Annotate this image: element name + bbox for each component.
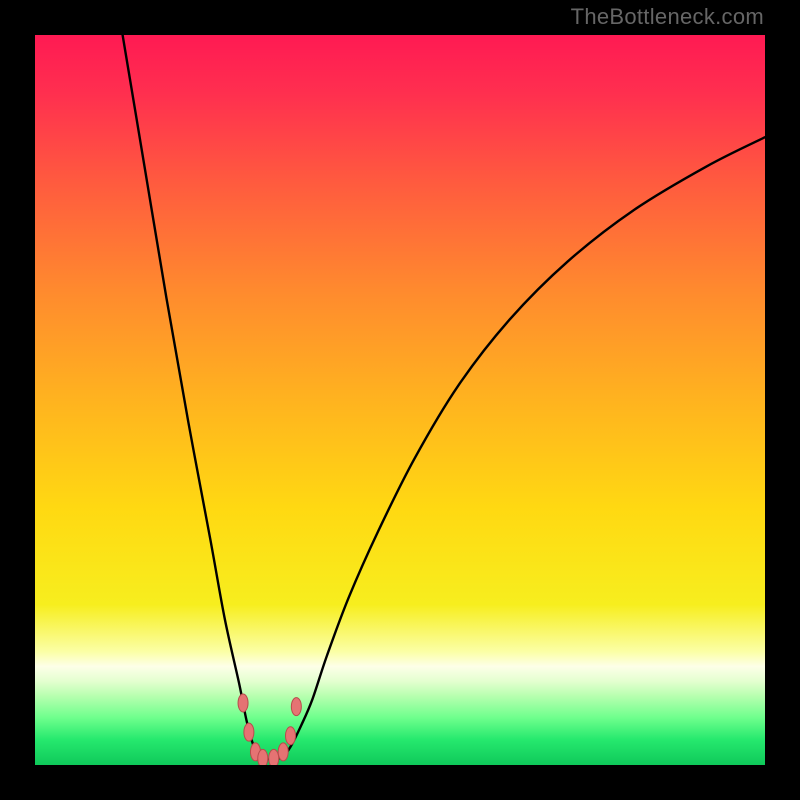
watermark-text: TheBottleneck.com bbox=[571, 4, 764, 30]
marker-dot bbox=[238, 694, 248, 712]
gradient-background bbox=[35, 35, 765, 765]
marker-dot bbox=[278, 743, 288, 761]
marker-dot bbox=[258, 749, 268, 765]
chart-frame: TheBottleneck.com bbox=[0, 0, 800, 800]
marker-dot bbox=[286, 727, 296, 745]
marker-dot bbox=[291, 698, 301, 716]
plot-area bbox=[35, 35, 765, 765]
marker-dot bbox=[269, 749, 279, 765]
marker-dot bbox=[244, 723, 254, 741]
chart-svg bbox=[35, 35, 765, 765]
